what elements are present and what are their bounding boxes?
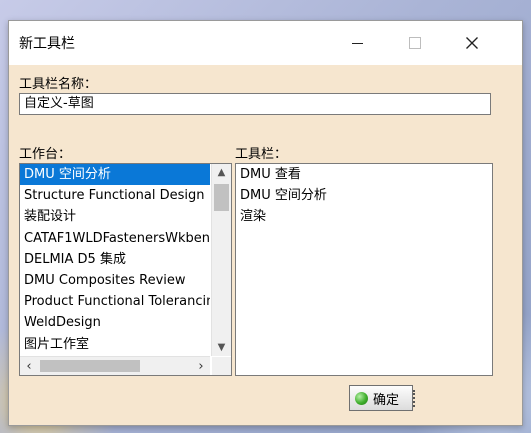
toolbar-list-items: DMU 查看 DMU 空间分析 渲染	[236, 164, 492, 375]
workbench-item[interactable]: Product Functional Tolerancing	[20, 291, 210, 312]
workbench-list-items: DMU 空间分析 Structure Functional Design 装配设计 C…	[20, 164, 210, 356]
workbench-list[interactable]: DMU 空间分析 Structure Functional Design 装配设计 C…	[19, 163, 232, 376]
ok-button[interactable]: 确定	[349, 385, 415, 411]
grip-icon	[413, 390, 418, 407]
workbench-label: 工作台：	[19, 147, 72, 162]
scroll-down-icon[interactable]: ▼	[212, 339, 231, 356]
scroll-left-icon[interactable]: ‹	[20, 357, 38, 375]
scroll-up-icon[interactable]: ▲	[212, 164, 231, 181]
toolbar-item[interactable]: DMU 空间分析	[236, 185, 492, 206]
workbench-item[interactable]: 装配设计	[20, 206, 210, 227]
workbench-item[interactable]: Structure Functional Design	[20, 185, 210, 206]
workbench-item[interactable]: WeldDesign	[20, 312, 210, 333]
toolbar-item[interactable]: 渲染	[236, 206, 492, 227]
new-toolbar-dialog: 新工具栏 工具栏名称： 工作台： 工具栏： DMU 空间分析Structure …	[8, 20, 523, 426]
close-button[interactable]	[449, 21, 495, 65]
title-bar[interactable]: 新工具栏	[9, 21, 522, 65]
toolbar-name-input[interactable]	[19, 93, 491, 115]
vertical-scroll-thumb[interactable]	[214, 184, 229, 211]
workbench-item[interactable]: DMU 空间分析	[20, 164, 210, 186]
workbench-item[interactable]: DMU Composites Review	[20, 270, 210, 291]
minimize-button[interactable]	[334, 21, 380, 65]
toolbar-item[interactable]: DMU 查看	[236, 164, 492, 185]
dialog-title: 新工具栏	[19, 36, 75, 52]
horizontal-scroll-thumb[interactable]	[40, 360, 140, 372]
maximize-icon	[409, 37, 421, 49]
toolbar-list-label: 工具栏：	[235, 147, 288, 162]
workbench-item[interactable]: DELMIA D5 集成	[20, 249, 210, 270]
green-dot-icon	[355, 391, 368, 405]
workbench-vertical-scrollbar[interactable]: ▲ ▼	[211, 164, 231, 356]
ok-button-label: 确定	[373, 392, 400, 408]
maximize-button[interactable]	[392, 21, 438, 65]
workbench-item[interactable]: 图片工作室	[20, 334, 210, 355]
close-icon	[466, 37, 478, 49]
workbench-horizontal-scrollbar[interactable]: ‹ ›	[20, 356, 210, 375]
scrollbar-corner	[212, 357, 231, 375]
minimize-icon	[351, 42, 363, 44]
workbench-item[interactable]: CATAF1WLDFastenersWkbench	[20, 228, 210, 249]
toolbar-list[interactable]: DMU 查看 DMU 空间分析 渲染	[235, 163, 493, 376]
toolbar-name-label: 工具栏名称：	[19, 77, 98, 92]
scroll-right-icon[interactable]: ›	[192, 357, 210, 375]
